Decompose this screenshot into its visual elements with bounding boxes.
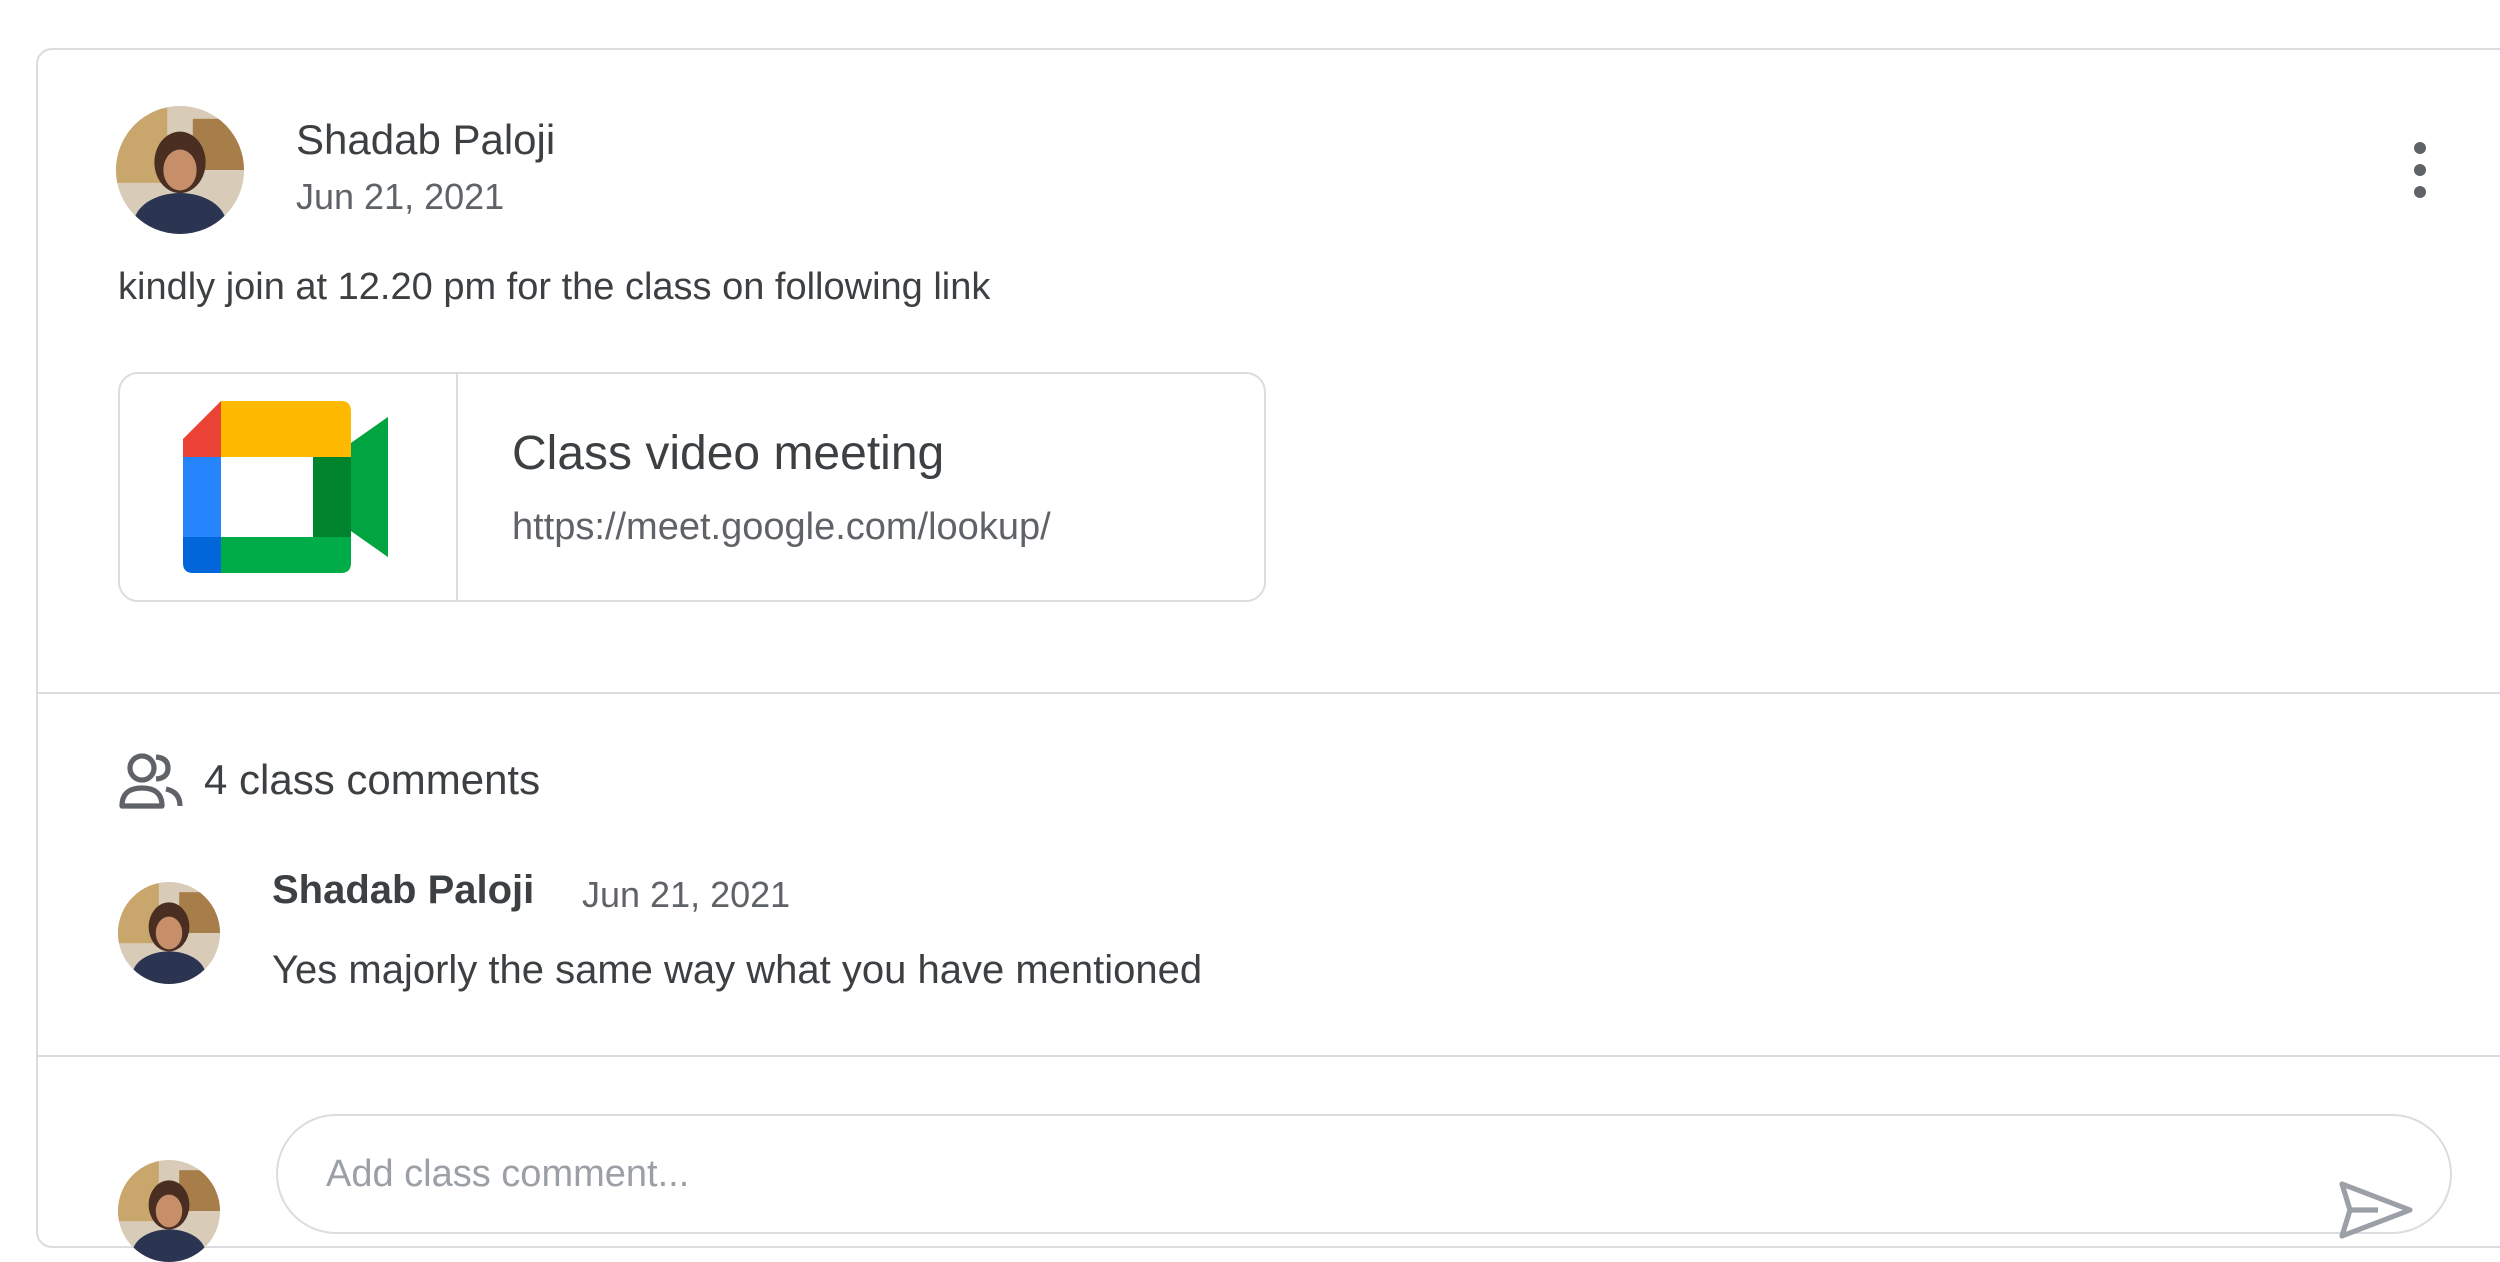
post-body-text: kindly join at 12.20 pm for the class on…	[118, 266, 991, 308]
comments-count-label: 4 class comments	[204, 756, 541, 803]
post-date: Jun 21, 2021	[296, 176, 505, 217]
google-meet-icon	[183, 401, 388, 573]
meet-link-attachment[interactable]: Class video meeting https://meet.google.…	[118, 372, 1266, 602]
people-icon	[119, 753, 183, 809]
comment-text: Yes majorly the same way what you have m…	[272, 948, 1203, 992]
comment-author-name: Shadab Paloji	[272, 868, 535, 912]
current-user-avatar	[118, 1160, 220, 1262]
post-author-name: Shadab Paloji	[296, 116, 556, 163]
send-icon[interactable]	[2338, 1180, 2414, 1240]
comment-author-avatar[interactable]	[118, 882, 220, 984]
comment-date: Jun 21, 2021	[582, 874, 791, 915]
class-comments-toggle[interactable]: 4 class comments	[118, 750, 540, 810]
author-avatar[interactable]	[116, 106, 244, 234]
add-comment-input[interactable]	[276, 1114, 2452, 1234]
attachment-url: https://meet.google.com/lookup/	[512, 506, 1051, 548]
attachment-title: Class video meeting	[512, 427, 945, 480]
more-vert-icon[interactable]	[2390, 130, 2450, 210]
attachment-thumbnail	[120, 374, 458, 600]
section-divider	[38, 1055, 2500, 1057]
section-divider	[38, 692, 2500, 694]
stream-post-card: Shadab Paloji Jun 21, 2021 kindly join a…	[36, 48, 2500, 1262]
